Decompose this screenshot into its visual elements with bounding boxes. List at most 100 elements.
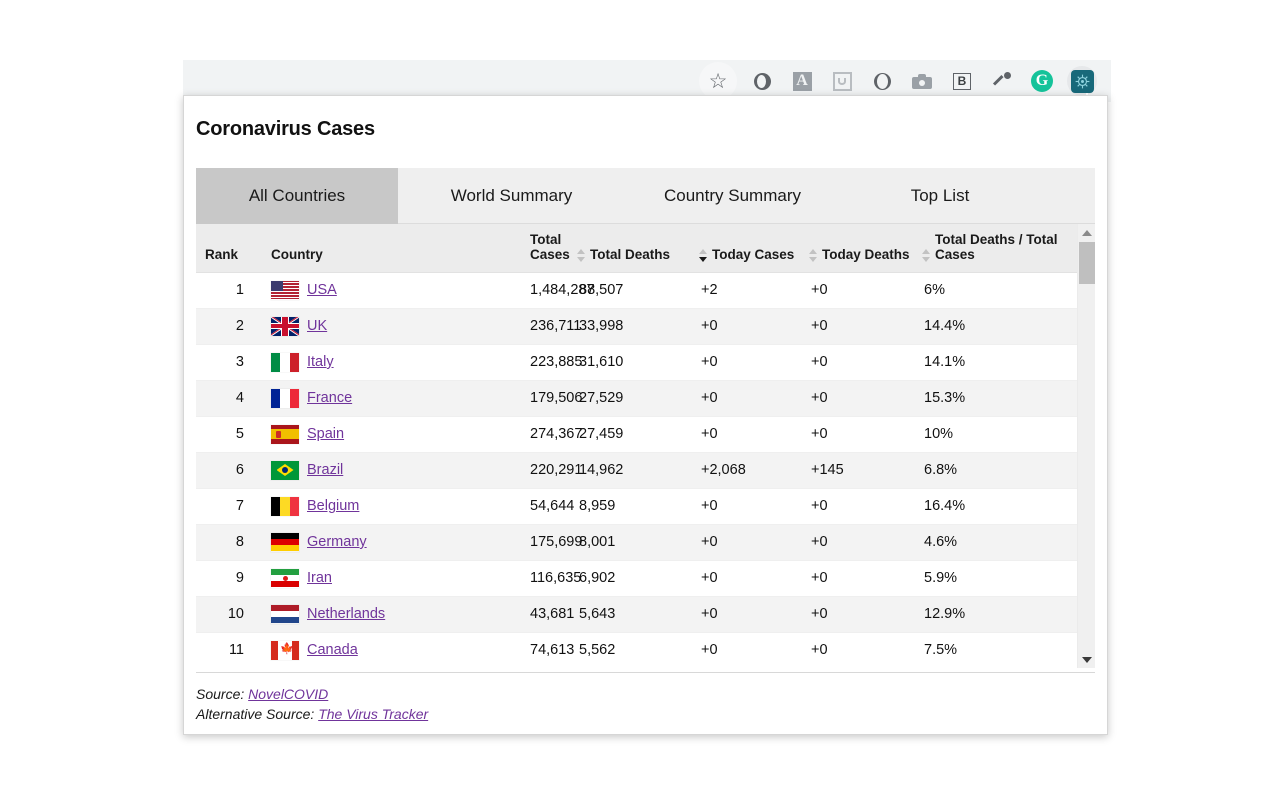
cell-country: Germany xyxy=(258,524,448,560)
country-link[interactable]: Belgium xyxy=(307,498,359,514)
cell-death-ratio: 14.1% xyxy=(916,344,1077,380)
cell-today-deaths: +0 xyxy=(803,380,916,416)
cell-total-cases: 274,367 xyxy=(448,416,571,452)
column-header-today-cases[interactable]: Today Cases xyxy=(693,224,803,272)
flag-france xyxy=(271,389,299,408)
table-row[interactable]: 1USA1,484,28788,507+2+06% xyxy=(196,272,1077,308)
cell-country: Iran xyxy=(258,560,448,596)
half-moon-icon[interactable] xyxy=(867,66,897,96)
cell-today-deaths: +0 xyxy=(803,524,916,560)
table-row[interactable]: 4France179,50627,529+0+015.3% xyxy=(196,380,1077,416)
scroll-up-arrow-icon[interactable] xyxy=(1078,224,1096,241)
tab-country-summary[interactable]: Country Summary xyxy=(625,168,840,224)
country-link[interactable]: Italy xyxy=(307,354,334,370)
column-header-total-cases[interactable]: Total Cases xyxy=(448,224,571,272)
flag-germany xyxy=(271,533,299,552)
sort-icon-death-ratio[interactable] xyxy=(922,248,931,263)
cell-total-deaths: 8,959 xyxy=(571,488,693,524)
pdf-acrobat-glyph: A xyxy=(793,72,812,91)
coronavirus-extension-icon[interactable] xyxy=(1067,66,1097,96)
country-link[interactable]: France xyxy=(307,390,352,406)
column-label-death-ratio: Total Deaths / Total Cases xyxy=(935,232,1077,262)
scroll-down-arrow-icon[interactable] xyxy=(1078,651,1096,668)
cell-death-ratio: 6% xyxy=(916,272,1077,308)
cell-today-deaths: +0 xyxy=(803,272,916,308)
table-row[interactable]: 2UK236,71133,998+0+014.4% xyxy=(196,308,1077,344)
footer: Source: NovelCOVID Alternative Source: T… xyxy=(196,672,1095,724)
column-label-total-deaths: Total Deaths xyxy=(590,247,670,262)
scrollbar-thumb[interactable] xyxy=(1079,242,1095,284)
cell-rank: 9 xyxy=(196,560,258,596)
country-link[interactable]: Iran xyxy=(307,570,332,586)
cell-rank: 4 xyxy=(196,380,258,416)
country-link[interactable]: Netherlands xyxy=(307,606,385,622)
cell-rank: 3 xyxy=(196,344,258,380)
flag-canada: 🍁 xyxy=(271,641,299,660)
cell-rank: 8 xyxy=(196,524,258,560)
country-link[interactable]: Spain xyxy=(307,426,344,442)
column-header-today-deaths[interactable]: Today Deaths xyxy=(803,224,916,272)
source-link-virus-tracker[interactable]: The Virus Tracker xyxy=(318,706,428,722)
sort-icon-today-cases[interactable] xyxy=(699,248,708,263)
table-row[interactable]: 7Belgium54,6448,959+0+016.4% xyxy=(196,488,1077,524)
table-row[interactable]: 11🍁Canada74,6135,562+0+07.5% xyxy=(196,632,1077,668)
countries-table-wrapper: Rank Country Total Cases Total Deaths xyxy=(196,224,1095,668)
cell-today-cases: +0 xyxy=(693,380,803,416)
footer-alt-source-line: Alternative Source: The Virus Tracker xyxy=(196,704,1095,724)
cell-total-cases: 43,681 xyxy=(448,596,571,632)
extension-popup: Coronavirus Cases All Countries World Su… xyxy=(183,95,1108,735)
country-link[interactable]: Brazil xyxy=(307,462,343,478)
table-row[interactable]: 3Italy223,88531,610+0+014.1% xyxy=(196,344,1077,380)
column-header-total-deaths[interactable]: Total Deaths xyxy=(571,224,693,272)
country-link[interactable]: UK xyxy=(307,318,327,334)
opera-lens-icon[interactable] xyxy=(747,66,777,96)
sort-icon-total-deaths[interactable] xyxy=(577,248,586,263)
cell-death-ratio: 16.4% xyxy=(916,488,1077,524)
cell-death-ratio: 14.4% xyxy=(916,308,1077,344)
country-link[interactable]: Canada xyxy=(307,642,358,658)
b-box-icon[interactable]: B xyxy=(947,66,977,96)
cell-total-deaths: 27,529 xyxy=(571,380,693,416)
tab-bar: All Countries World Summary Country Summ… xyxy=(196,168,1095,224)
cell-today-deaths: +0 xyxy=(803,560,916,596)
tab-all-countries[interactable]: All Countries xyxy=(196,168,398,224)
table-vertical-scrollbar[interactable] xyxy=(1077,224,1095,668)
column-header-rank[interactable]: Rank xyxy=(196,224,258,272)
tab-top-list[interactable]: Top List xyxy=(840,168,1040,224)
cell-total-deaths: 14,962 xyxy=(571,452,693,488)
grammarly-icon[interactable]: G xyxy=(1027,66,1057,96)
cell-today-deaths: +0 xyxy=(803,308,916,344)
cell-total-cases: 54,644 xyxy=(448,488,571,524)
table-row[interactable]: 6Brazil220,29114,962+2,068+1456.8% xyxy=(196,452,1077,488)
screenshot-camera-icon[interactable] xyxy=(907,66,937,96)
column-header-death-ratio[interactable]: Total Deaths / Total Cases xyxy=(916,224,1077,272)
cell-death-ratio: 4.6% xyxy=(916,524,1077,560)
footer-source-line: Source: NovelCOVID xyxy=(196,684,1095,704)
flag-italy xyxy=(271,353,299,372)
flag-usa xyxy=(271,281,299,300)
column-header-country[interactable]: Country xyxy=(258,224,448,272)
table-row[interactable]: 9Iran116,6356,902+0+05.9% xyxy=(196,560,1077,596)
shield-box-icon[interactable] xyxy=(827,66,857,96)
sort-icon-today-deaths[interactable] xyxy=(809,248,818,263)
eyedropper-icon[interactable] xyxy=(987,66,1017,96)
country-link[interactable]: Germany xyxy=(307,534,367,550)
cell-country: Italy xyxy=(258,344,448,380)
flag-netherlands xyxy=(271,605,299,624)
table-row[interactable]: 8Germany175,6998,001+0+04.6% xyxy=(196,524,1077,560)
cell-today-cases: +0 xyxy=(693,488,803,524)
cell-today-cases: +0 xyxy=(693,632,803,668)
cell-today-cases: +0 xyxy=(693,416,803,452)
cell-death-ratio: 5.9% xyxy=(916,560,1077,596)
table-row[interactable]: 5Spain274,36727,459+0+010% xyxy=(196,416,1077,452)
cell-total-cases: 74,613 xyxy=(448,632,571,668)
country-link[interactable]: USA xyxy=(307,282,337,298)
cell-country: UK xyxy=(258,308,448,344)
pdf-acrobat-icon[interactable]: A xyxy=(787,66,817,96)
column-label-today-cases: Today Cases xyxy=(712,247,794,262)
source-link-novelcovid[interactable]: NovelCOVID xyxy=(248,686,328,702)
tab-world-summary[interactable]: World Summary xyxy=(398,168,625,224)
cell-total-cases: 223,885 xyxy=(448,344,571,380)
table-body: 1USA1,484,28788,507+2+06%2UK236,71133,99… xyxy=(196,272,1077,668)
table-row[interactable]: 10Netherlands43,6815,643+0+012.9% xyxy=(196,596,1077,632)
